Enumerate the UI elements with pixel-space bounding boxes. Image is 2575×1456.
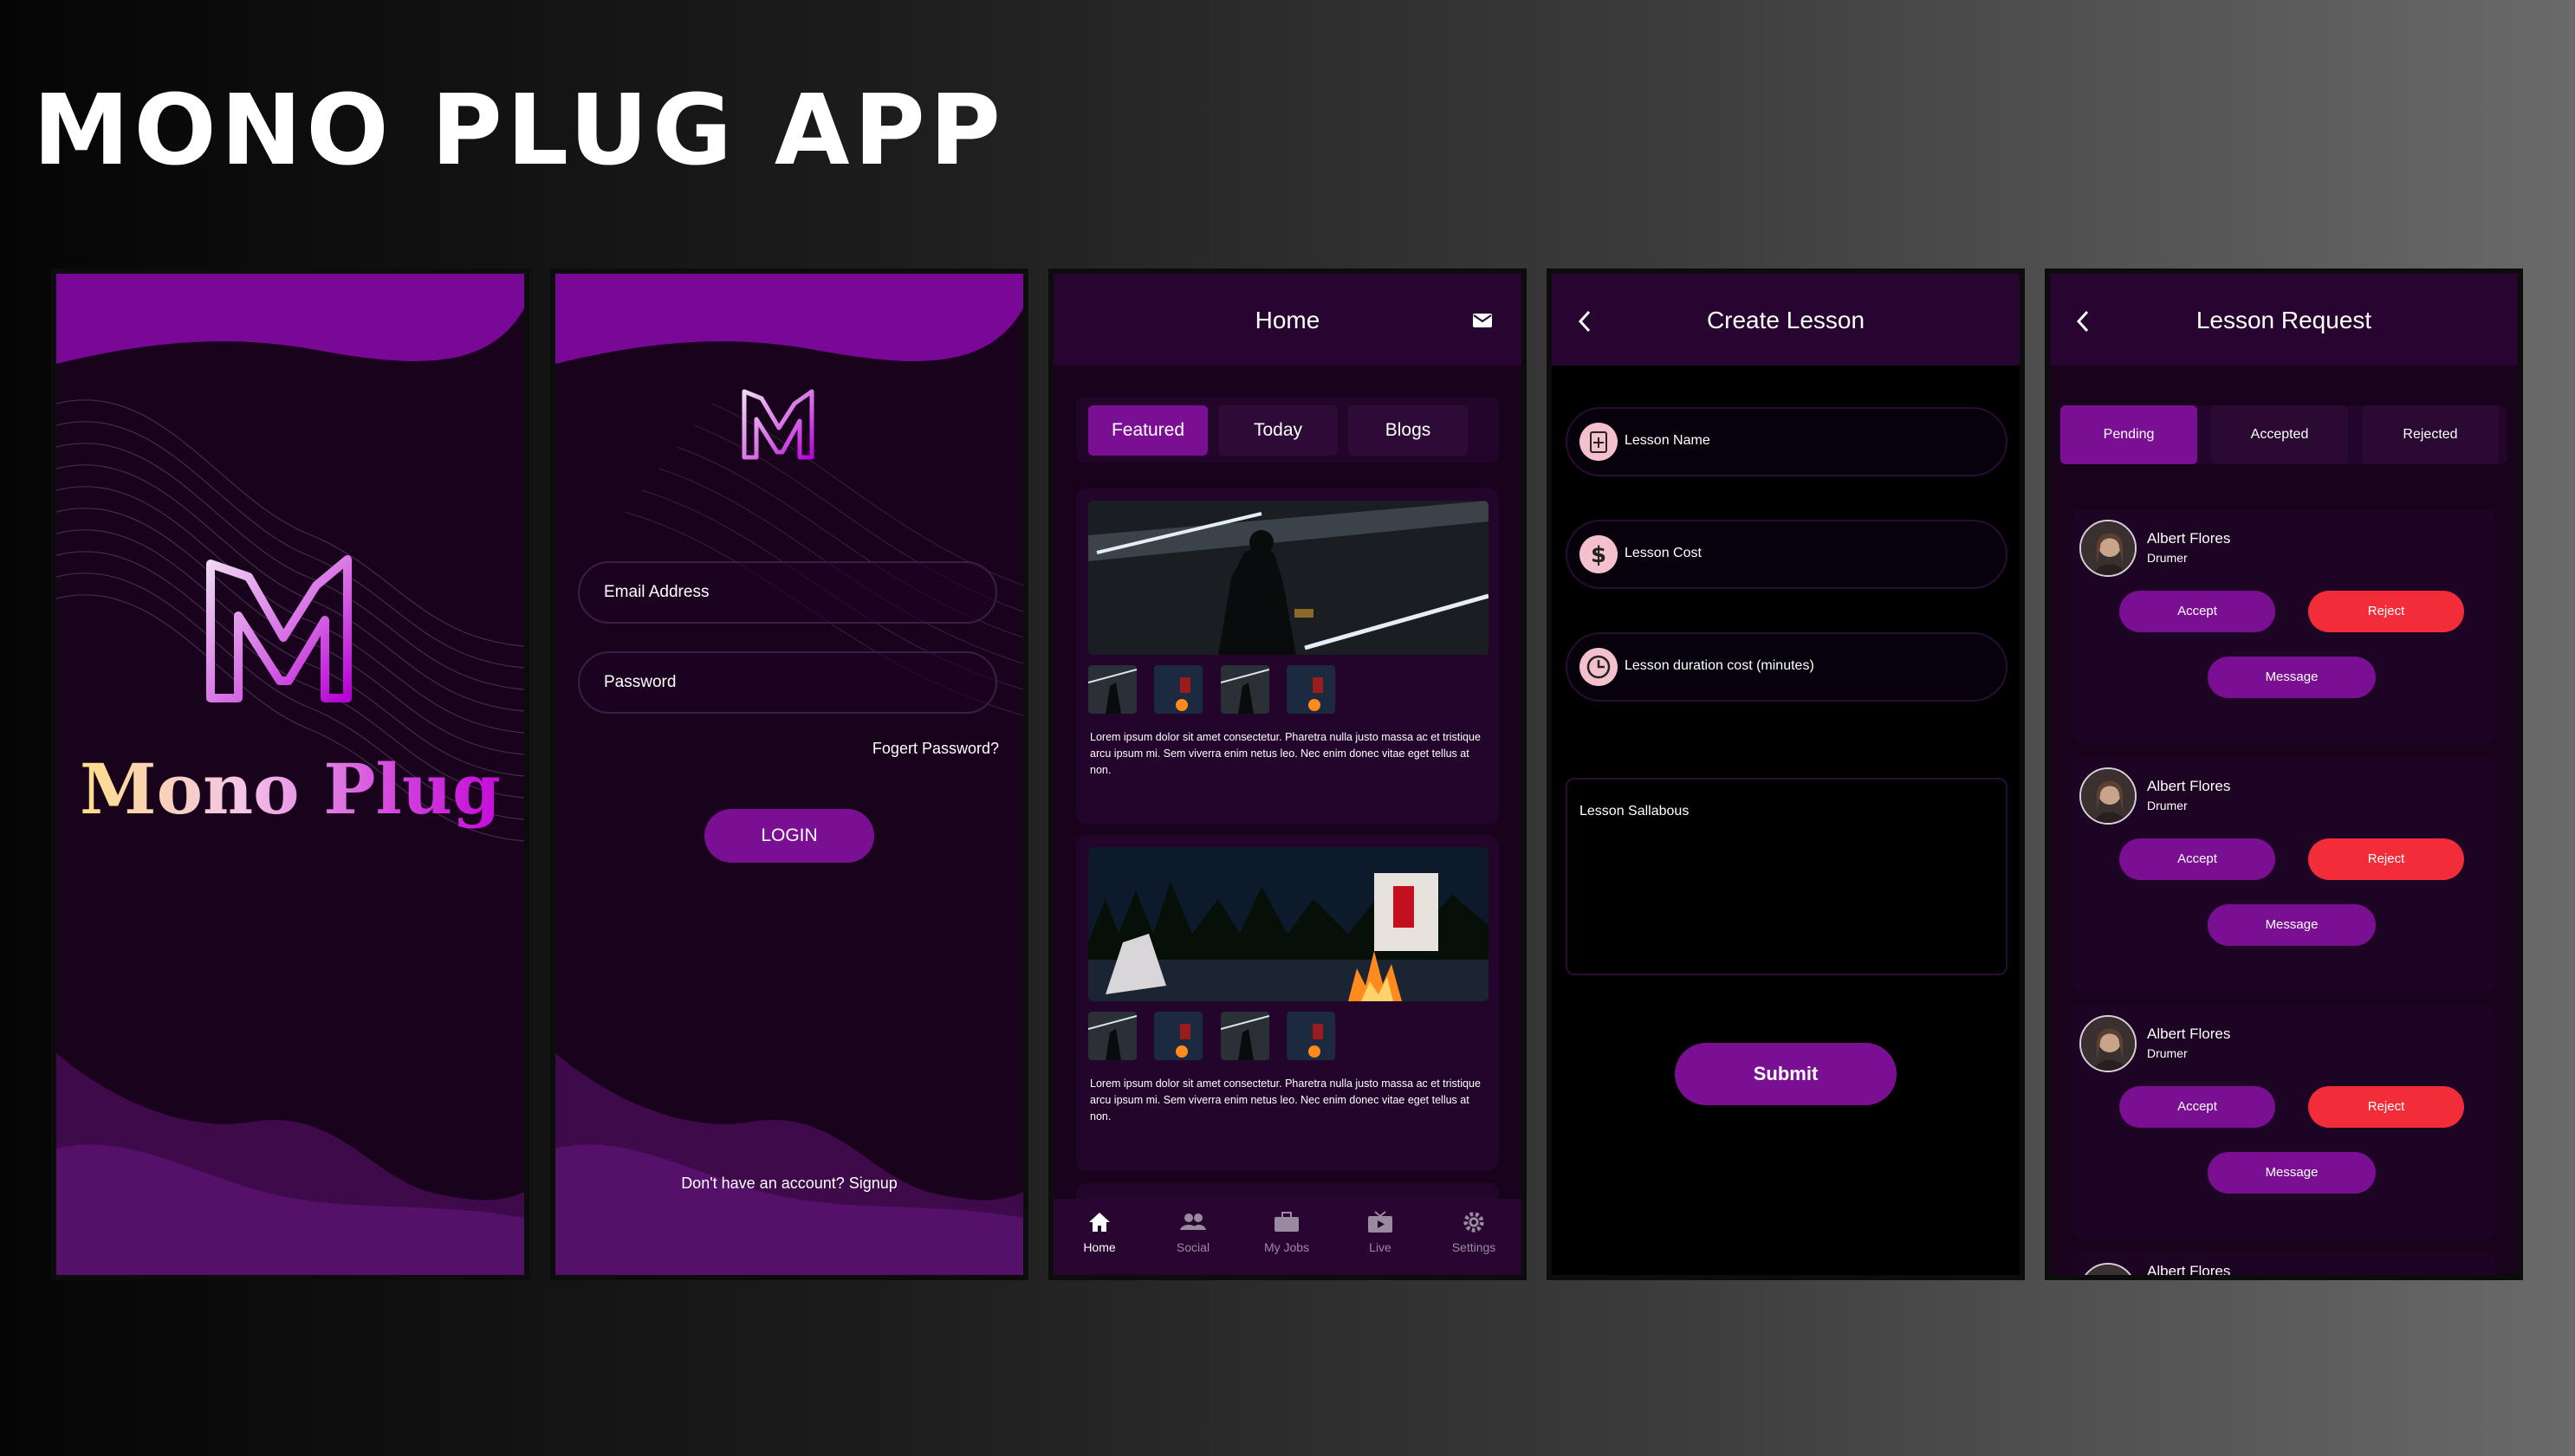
lesson-request-app-bar: Lesson Request — [2050, 274, 2518, 366]
thumbnail[interactable] — [1220, 1012, 1269, 1060]
tab-today[interactable]: Today — [1218, 405, 1338, 456]
lesson-syllabus-textarea[interactable]: Lesson Sallabous — [1566, 778, 2007, 975]
avatar — [2079, 767, 2137, 825]
thumbnail[interactable] — [1287, 1012, 1336, 1060]
splash-screen: Mono Plug — [56, 274, 524, 1275]
thumbnail[interactable] — [1088, 1012, 1137, 1060]
login-background — [555, 274, 1023, 1275]
live-tv-icon — [1368, 1211, 1392, 1233]
nav-label: Social — [1176, 1240, 1210, 1254]
syllabus-placeholder: Lesson Sallabous — [1579, 804, 1690, 819]
create-lesson-title: Create Lesson — [1706, 307, 1865, 333]
login-button[interactable]: LOGIN — [704, 809, 874, 863]
lesson-name-field[interactable]: Lesson Name — [1566, 407, 2007, 476]
thumbnail[interactable] — [1088, 665, 1137, 714]
thumbnail[interactable] — [1154, 1012, 1203, 1060]
forgot-password-link[interactable]: Fogert Password? — [872, 740, 999, 758]
email-field[interactable]: Email Address — [578, 561, 997, 624]
reject-button[interactable]: Reject — [2308, 591, 2464, 632]
nav-label: Settings — [1451, 1240, 1496, 1254]
request-card-partial: Albert Flores — [2072, 1252, 2495, 1275]
tab-accepted[interactable]: Accepted — [2211, 405, 2348, 464]
requester-role: Drumer — [2147, 551, 2188, 565]
reject-button[interactable]: Reject — [2308, 838, 2464, 880]
avatar — [2079, 1015, 2137, 1072]
gear-icon — [1463, 1212, 1484, 1233]
message-button[interactable]: Message — [2208, 1152, 2376, 1194]
home-app-bar: Home — [1054, 274, 1521, 366]
briefcase-icon — [1275, 1212, 1299, 1232]
field-label: Lesson duration cost (minutes) — [1625, 658, 1814, 673]
batman-image — [1088, 501, 1489, 655]
request-tabs: Pending Accepted Rejected — [2060, 405, 2507, 464]
tab-featured[interactable]: Featured — [1088, 405, 1208, 456]
nav-label: Home — [1083, 1240, 1116, 1254]
message-button[interactable]: Message — [2208, 904, 2376, 946]
accept-button[interactable]: Accept — [2119, 838, 2275, 880]
card-text: Lorem ipsum dolor sit amet consectetur. … — [1090, 731, 1481, 776]
brand-name: Mono Plug — [56, 748, 524, 830]
tab-pending[interactable]: Pending — [2060, 405, 2197, 464]
nav-live[interactable]: Live — [1341, 1211, 1419, 1254]
message-button[interactable]: Message — [2208, 657, 2376, 698]
tab-rejected[interactable]: Rejected — [2362, 405, 2499, 464]
svg-text:$: $ — [1591, 542, 1606, 568]
requester-name: Albert Flores — [2147, 530, 2231, 547]
submit-button[interactable]: Submit — [1675, 1043, 1897, 1105]
feed-card[interactable]: Lorem ipsum dolor sit amet consectetur. … — [1076, 835, 1499, 1171]
mail-icon[interactable] — [1473, 314, 1492, 327]
nav-my-jobs[interactable]: My Jobs — [1248, 1211, 1326, 1254]
requester-name: Albert Flores — [2147, 1263, 2231, 1275]
home-icon — [1089, 1213, 1110, 1232]
clipboard-icon — [1579, 423, 1618, 461]
requester-role: Drumer — [2147, 1046, 2188, 1060]
accept-button[interactable]: Accept — [2119, 591, 2275, 632]
request-card: Albert Flores Drumer Accept Reject Messa… — [2072, 757, 2495, 991]
login-logo — [742, 389, 814, 460]
nav-label: Live — [1369, 1240, 1391, 1254]
clock-icon — [1579, 648, 1618, 686]
request-card: Albert Flores Drumer Accept Reject Messa… — [2072, 509, 2495, 743]
home-tabs: Featured Today Blogs — [1076, 397, 1499, 463]
thumbnail[interactable] — [1154, 665, 1203, 714]
password-field[interactable]: Password — [578, 651, 997, 714]
reject-button[interactable]: Reject — [2308, 1086, 2464, 1128]
accept-button[interactable]: Accept — [2119, 1086, 2275, 1128]
requester-name: Albert Flores — [2147, 778, 2231, 794]
nav-social[interactable]: Social — [1154, 1211, 1232, 1254]
home-title: Home — [1255, 307, 1320, 333]
thumbnail-row — [1088, 1012, 1349, 1060]
request-card: Albert Flores Drumer Accept Reject Messa… — [2072, 1005, 2495, 1239]
nav-label: My Jobs — [1263, 1240, 1310, 1254]
avatar — [2079, 520, 2137, 577]
people-icon — [1180, 1213, 1206, 1230]
lesson-request-title: Lesson Request — [2196, 307, 2372, 333]
avatar — [2079, 1263, 2137, 1275]
page-title: MONO PLUG APP — [33, 74, 1005, 187]
create-lesson-app-bar: Create Lesson — [1552, 274, 2020, 366]
field-label: Lesson Name — [1625, 433, 1710, 448]
thumbnail-row — [1088, 665, 1349, 714]
dollar-icon: $ — [1579, 535, 1618, 573]
lesson-cost-field[interactable]: $ Lesson Cost — [1566, 520, 2007, 589]
thumbnail[interactable] — [1287, 665, 1336, 714]
nav-settings[interactable]: Settings — [1435, 1211, 1513, 1254]
campfire-image — [1088, 847, 1489, 1001]
tab-blogs[interactable]: Blogs — [1348, 405, 1468, 456]
bottom-navigation: Home Social My Jobs Live Settings — [1054, 1199, 1521, 1275]
login-screen: Email Address Password Fogert Password? … — [555, 274, 1023, 1275]
feed-card[interactable]: Lorem ipsum dolor sit amet consectetur. … — [1076, 489, 1499, 825]
home-screen: Home Featured Today Blogs Lorem ipsum do… — [1054, 274, 1521, 1275]
requester-role: Drumer — [2147, 799, 2188, 812]
card-text: Lorem ipsum dolor sit amet consectetur. … — [1090, 1077, 1481, 1123]
signup-link[interactable]: Don't have an account? Signup — [555, 1175, 1023, 1193]
create-lesson-screen: Create Lesson Lesson Name $ Lesson Cost … — [1552, 274, 2020, 1275]
field-label: Lesson Cost — [1625, 546, 1702, 560]
lesson-duration-field[interactable]: Lesson duration cost (minutes) — [1566, 632, 2007, 702]
nav-home[interactable]: Home — [1060, 1211, 1138, 1254]
requester-name: Albert Flores — [2147, 1026, 2231, 1042]
lesson-request-screen: Lesson Request Pending Accepted Rejected… — [2050, 274, 2518, 1275]
thumbnail[interactable] — [1220, 665, 1269, 714]
